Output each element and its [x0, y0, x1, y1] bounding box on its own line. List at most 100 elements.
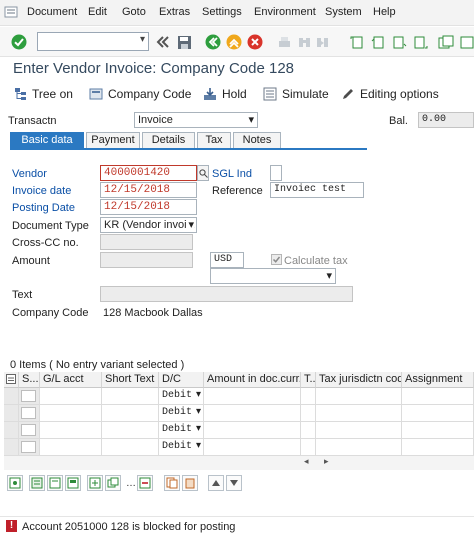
cell-tax-jurisdiction[interactable]: [316, 422, 402, 439]
delete-row-icon[interactable]: [137, 475, 153, 491]
tab-tax[interactable]: Tax: [197, 132, 231, 148]
menu-extras[interactable]: Extras: [159, 6, 190, 18]
paste-icon[interactable]: [182, 475, 198, 491]
menu-environment[interactable]: Environment: [254, 6, 316, 18]
cell-tax[interactable]: [301, 388, 316, 405]
cell-assignment[interactable]: [402, 422, 474, 439]
menu-document[interactable]: Document: [27, 6, 77, 18]
menu-system[interactable]: System: [325, 6, 362, 18]
chevron-down-icon[interactable]: ▾: [248, 113, 254, 127]
row-selector[interactable]: [4, 439, 19, 456]
col-header-tax[interactable]: T..: [301, 372, 316, 388]
enter-check-icon[interactable]: [10, 33, 28, 51]
cell-short-text[interactable]: [102, 405, 159, 422]
sort-descending-icon[interactable]: [226, 475, 242, 491]
cell-amount[interactable]: [204, 422, 301, 439]
scroll-left-icon[interactable]: ◂: [304, 456, 309, 467]
sort-ascending-icon[interactable]: [208, 475, 224, 491]
col-header-assignment[interactable]: Assignment: [402, 372, 474, 388]
double-chevron-left-icon[interactable]: [154, 33, 172, 51]
company-code-button[interactable]: Company Code: [89, 85, 191, 103]
chevron-down-icon[interactable]: ▾: [196, 422, 201, 438]
simulate-button[interactable]: Simulate: [263, 85, 329, 103]
scroll-right-icon[interactable]: ▸: [324, 456, 329, 467]
next-page-icon[interactable]: [390, 33, 408, 51]
cell-dc[interactable]: Debit ▾: [159, 388, 204, 405]
menu-help[interactable]: Help: [373, 6, 396, 18]
command-input[interactable]: [38, 33, 132, 50]
deselect-all-icon[interactable]: [47, 475, 63, 491]
currency-input[interactable]: USD: [210, 252, 244, 268]
menu-goto[interactable]: Goto: [122, 6, 146, 18]
new-session-icon[interactable]: [437, 33, 455, 51]
cell-short-text[interactable]: [102, 439, 159, 456]
first-page-icon[interactable]: [348, 33, 366, 51]
cell-tax-jurisdiction[interactable]: [316, 388, 402, 405]
col-header-dc[interactable]: D/C: [159, 372, 204, 388]
row-selector[interactable]: [4, 388, 19, 405]
vendor-search-help-button[interactable]: [197, 165, 209, 181]
cell-dc[interactable]: Debit ▾: [159, 405, 204, 422]
cell-tax-jurisdiction[interactable]: [316, 405, 402, 422]
sap-menu-icon[interactable]: [4, 5, 18, 19]
previous-page-icon[interactable]: [369, 33, 387, 51]
chevron-down-icon[interactable]: ▾: [196, 388, 201, 404]
cell-amount[interactable]: [204, 388, 301, 405]
tab-notes[interactable]: Notes: [233, 132, 281, 148]
shortcut-icon[interactable]: [458, 33, 474, 51]
col-header-tax-jurisdiction[interactable]: Tax jurisdictn code: [316, 372, 402, 388]
chevron-down-icon[interactable]: ▾: [196, 439, 201, 455]
text-input[interactable]: [100, 286, 353, 302]
cell-assignment[interactable]: [402, 405, 474, 422]
hold-button[interactable]: Hold: [203, 85, 247, 103]
tax-code-select[interactable]: ▾: [210, 268, 336, 284]
cell-amount[interactable]: [204, 439, 301, 456]
insert-row-icon[interactable]: [87, 475, 103, 491]
cell-tax[interactable]: [301, 439, 316, 456]
cell-tax-jurisdiction[interactable]: [316, 439, 402, 456]
menu-settings[interactable]: Settings: [202, 6, 242, 18]
cell-tax[interactable]: [301, 422, 316, 439]
tree-on-button[interactable]: Tree on: [14, 85, 73, 103]
tab-payment[interactable]: Payment: [86, 132, 140, 148]
cell-short-text[interactable]: [102, 422, 159, 439]
chevron-down-icon[interactable]: ▾: [187, 218, 194, 232]
details-icon[interactable]: [7, 475, 23, 491]
invoice-date-input[interactable]: 12/15/2018: [100, 182, 197, 198]
calculate-tax-checkbox[interactable]: [271, 254, 282, 265]
command-field[interactable]: ▾: [37, 32, 149, 51]
reference-input[interactable]: Invoiec test: [270, 182, 364, 198]
cancel-icon[interactable]: [246, 33, 264, 51]
back-icon[interactable]: [204, 33, 222, 51]
vendor-input[interactable]: 4000001420: [100, 165, 197, 181]
col-header-short-text[interactable]: Short Text: [102, 372, 159, 388]
posting-date-input[interactable]: 12/15/2018: [100, 199, 197, 215]
sgl-ind-input[interactable]: [270, 165, 282, 181]
chevron-down-icon[interactable]: ▾: [326, 269, 332, 283]
cell-gl-acct[interactable]: [40, 405, 102, 422]
cell-dc[interactable]: Debit ▾: [159, 422, 204, 439]
tab-details[interactable]: Details: [142, 132, 195, 148]
cell-dc[interactable]: Debit ▾: [159, 439, 204, 456]
cross-cc-input[interactable]: [100, 234, 193, 250]
status-message[interactable]: Account 2051000 128 is blocked for posti…: [22, 521, 235, 533]
transaction-select[interactable]: Invoice ▾: [134, 112, 258, 128]
cell-gl-acct[interactable]: [40, 388, 102, 405]
chevron-down-icon[interactable]: ▾: [196, 405, 201, 421]
select-all-icon[interactable]: [4, 372, 19, 388]
row-selector[interactable]: [4, 405, 19, 422]
row-selector[interactable]: [4, 422, 19, 439]
exit-icon[interactable]: [225, 33, 243, 51]
save-icon[interactable]: [175, 33, 193, 51]
copy-row-icon[interactable]: [105, 475, 121, 491]
menu-edit[interactable]: Edit: [88, 6, 107, 18]
document-type-select[interactable]: KR (Vendor invoic... ▾: [100, 217, 197, 233]
col-header-status[interactable]: S...: [19, 372, 40, 388]
tab-basic-data[interactable]: Basic data: [10, 132, 84, 148]
select-block-icon[interactable]: [65, 475, 81, 491]
cell-gl-acct[interactable]: [40, 439, 102, 456]
amount-input[interactable]: [100, 252, 193, 268]
last-page-icon[interactable]: [411, 33, 429, 51]
copy-icon[interactable]: [164, 475, 180, 491]
cell-short-text[interactable]: [102, 388, 159, 405]
